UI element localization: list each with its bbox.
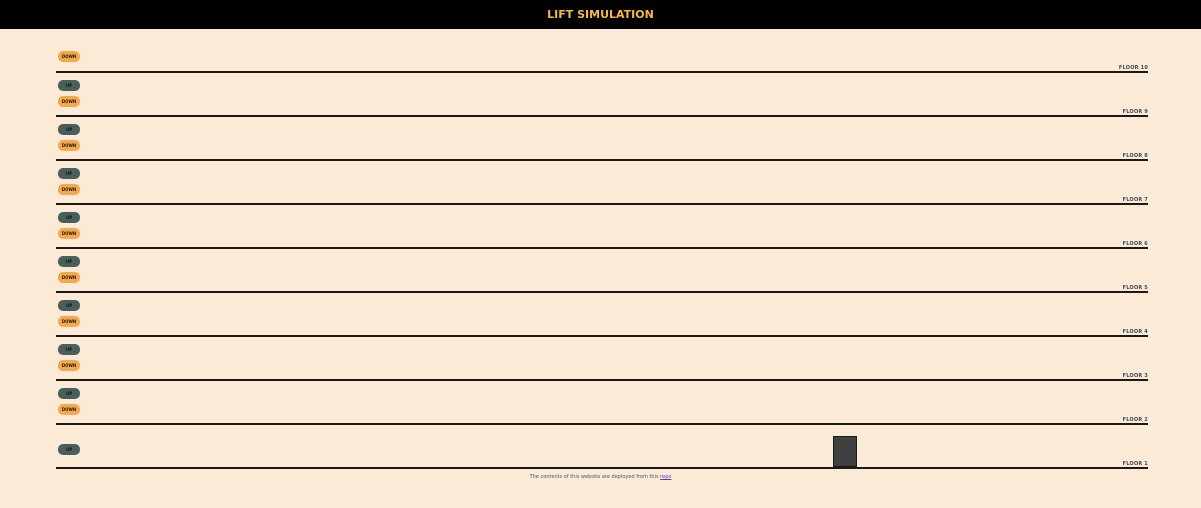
floor-row: UP DOWN FLOOR 8 [56, 117, 1148, 161]
down-button[interactable]: DOWN [58, 228, 80, 239]
lift-car [833, 436, 857, 467]
down-button[interactable]: DOWN [58, 140, 80, 151]
floor-label: FLOOR 8 [1122, 153, 1148, 159]
up-button[interactable]: UP [58, 388, 80, 399]
up-button[interactable]: UP [58, 256, 80, 267]
floor-label: FLOOR 5 [1122, 285, 1148, 291]
down-button[interactable]: DOWN [58, 404, 80, 415]
footer-text: The contents of this website are deploye… [529, 474, 659, 480]
down-button[interactable]: DOWN [58, 96, 80, 107]
up-button[interactable]: UP [58, 300, 80, 311]
floor-row: UP DOWN FLOOR 6 [56, 205, 1148, 249]
floor-label: FLOOR 2 [1122, 417, 1148, 423]
floor-row: UP DOWN FLOOR 7 [56, 161, 1148, 205]
page-title: LIFT SIMULATION [547, 8, 654, 21]
up-button[interactable]: UP [58, 212, 80, 223]
up-button[interactable]: UP [58, 168, 80, 179]
repo-link[interactable]: repo [660, 474, 671, 480]
floor-label: FLOOR 4 [1122, 329, 1148, 335]
floor-label: FLOOR 9 [1122, 109, 1148, 115]
floor-row: UP DOWN FLOOR 5 [56, 249, 1148, 293]
building: DOWN FLOOR 10 UP DOWN FLOOR 9 UP DOWN FLOOR 8 UP… [56, 29, 1148, 469]
floor-label: FLOOR 3 [1122, 373, 1148, 379]
floor-row: UP DOWN FLOOR 3 [56, 337, 1148, 381]
down-button[interactable]: DOWN [58, 360, 80, 371]
floor-row: UP FLOOR 1 [56, 425, 1148, 469]
up-button[interactable]: UP [58, 80, 80, 91]
floor-label: FLOOR 6 [1122, 241, 1148, 247]
up-button[interactable]: UP [58, 344, 80, 355]
app-header: LIFT SIMULATION [0, 0, 1201, 29]
down-button[interactable]: DOWN [58, 51, 80, 62]
footer: The contents of this website are deploye… [0, 474, 1201, 480]
floor-row: DOWN FLOOR 10 [56, 29, 1148, 73]
floor-row: UP DOWN FLOOR 2 [56, 381, 1148, 425]
down-button[interactable]: DOWN [58, 184, 80, 195]
down-button[interactable]: DOWN [58, 316, 80, 327]
down-button[interactable]: DOWN [58, 272, 80, 283]
floor-label: FLOOR 1 [1122, 461, 1148, 467]
up-button[interactable]: UP [58, 444, 80, 455]
up-button[interactable]: UP [58, 124, 80, 135]
floor-row: UP DOWN FLOOR 9 [56, 73, 1148, 117]
floor-row: UP DOWN FLOOR 4 [56, 293, 1148, 337]
floor-label: FLOOR 10 [1118, 65, 1148, 71]
floor-label: FLOOR 7 [1122, 197, 1148, 203]
